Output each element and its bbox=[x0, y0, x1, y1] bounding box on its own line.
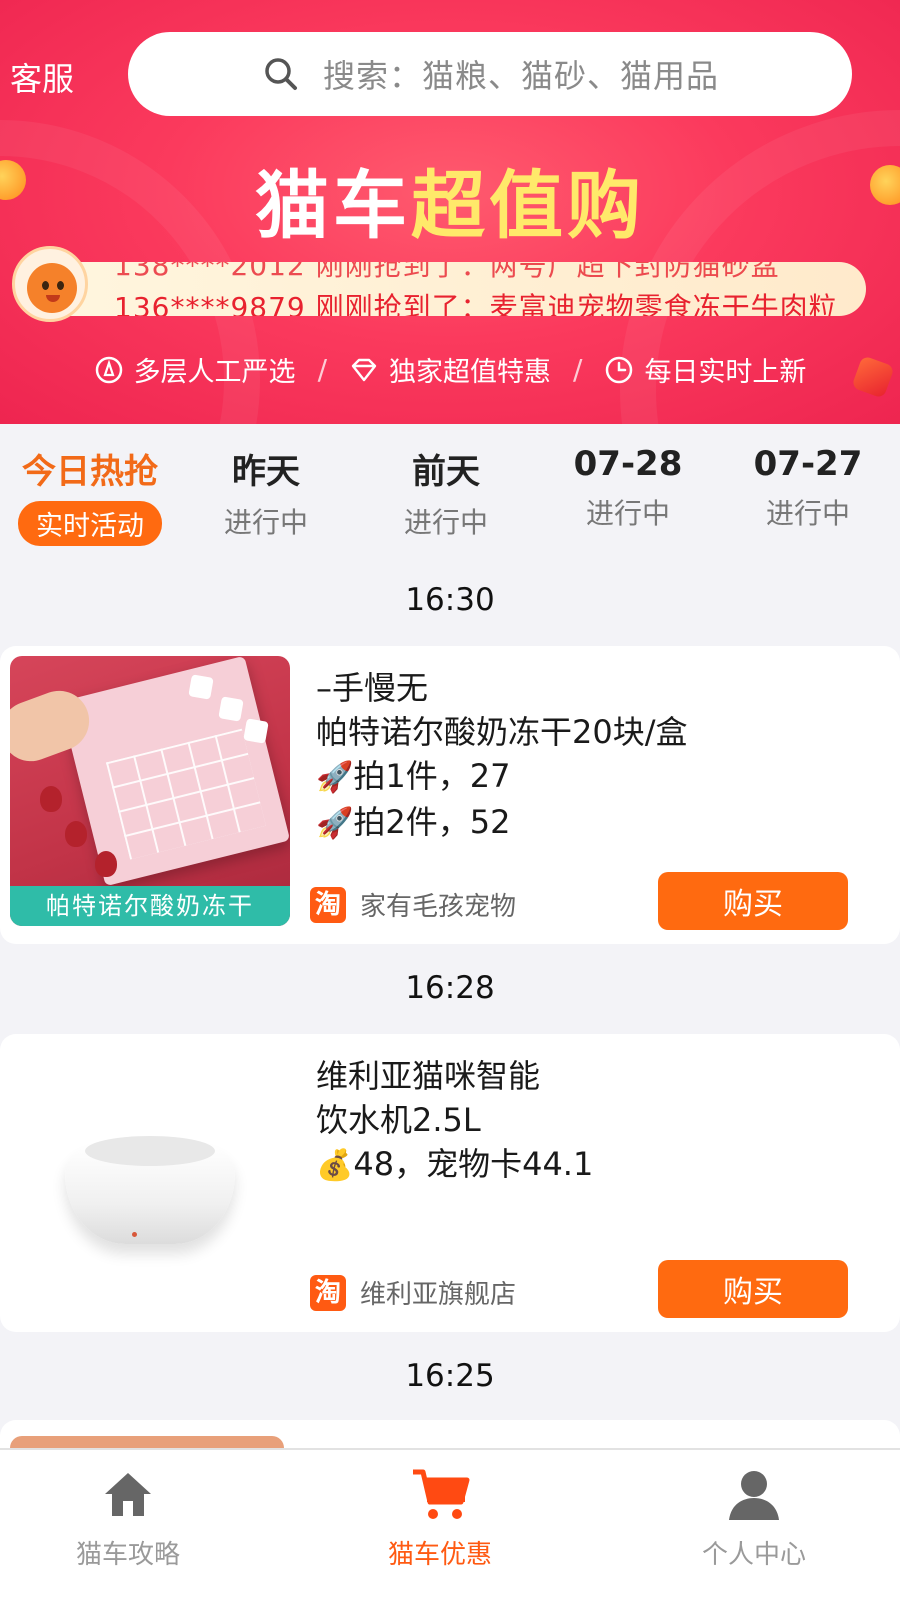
tab-title: 07-27 bbox=[753, 444, 863, 484]
tab-yesterday[interactable]: 昨天 进行中 bbox=[176, 444, 356, 541]
product-image[interactable] bbox=[10, 1044, 290, 1314]
time-label: 16:25 bbox=[405, 1358, 495, 1394]
tab-status: 进行中 bbox=[403, 506, 488, 539]
hero-banner: 客服 搜索：猫粮、猫砂、猫用品 猫车超值购 138****2012 刚刚抢到了：… bbox=[0, 0, 900, 424]
user-icon bbox=[729, 1471, 779, 1520]
tab-status: 进行中 bbox=[765, 497, 850, 530]
product-title: 维利亚猫咪智能 bbox=[316, 1057, 541, 1095]
price-line: 🚀拍1件，27 bbox=[316, 757, 511, 795]
page-title: 猫车超值购 bbox=[0, 146, 900, 253]
nav-profile[interactable]: 个人中心 bbox=[604, 1464, 900, 1571]
shop-name: 维利亚旗舰店 bbox=[360, 1280, 517, 1310]
title-part-yellow: 超值购 bbox=[411, 163, 645, 249]
badge-label: 每日实时上新 bbox=[644, 357, 807, 388]
product-card[interactable]: 维利亚猫咪智能 饮水机2.5L 💰48，宠物卡44.1 淘 维利亚旗舰店 购买 bbox=[0, 1034, 900, 1332]
ticker-previous: 138****2012 刚刚抢到了：两号广超下封防猫砂盆 bbox=[114, 262, 780, 282]
ticker-current: 136****9879 刚刚抢到了：麦富迪宠物零食冻干牛肉粒 bbox=[114, 291, 838, 316]
divider: / bbox=[317, 353, 327, 386]
taobao-icon: 淘 bbox=[310, 1274, 346, 1311]
taobao-icon: 淘 bbox=[310, 886, 346, 923]
product-note: –手慢无 bbox=[316, 669, 429, 707]
shop-info[interactable]: 淘 家有毛孩宠物 bbox=[310, 886, 516, 923]
time-label: 16:30 bbox=[405, 582, 495, 618]
product-card[interactable]: 帕特诺尔酸奶冻干 –手慢无 帕特诺尔酸奶冻干20块/盒 🚀拍1件，27 🚀拍2件… bbox=[0, 646, 900, 944]
clock-icon bbox=[606, 356, 633, 383]
badge-daily: 每日实时上新 bbox=[604, 350, 806, 389]
product-info: –手慢无 帕特诺尔酸奶冻干20块/盒 🚀拍1件，27 🚀拍2件，52 bbox=[316, 666, 876, 846]
nav-label: 猫车攻略 bbox=[75, 1540, 180, 1570]
tab-day-before[interactable]: 前天 进行中 bbox=[356, 444, 536, 541]
divider: / bbox=[573, 353, 583, 386]
rocket-icon: 🚀 bbox=[316, 806, 354, 841]
product-info: 维利亚猫咪智能 饮水机2.5L 💰48，宠物卡44.1 bbox=[316, 1054, 876, 1188]
rocket-icon: 🚀 bbox=[316, 760, 354, 795]
nav-label: 个人中心 bbox=[701, 1540, 806, 1570]
tab-title: 今日热抢 bbox=[22, 452, 158, 492]
tab-0728[interactable]: 07-28 进行中 bbox=[538, 444, 718, 532]
mascot-avatar bbox=[12, 246, 88, 322]
shop-info[interactable]: 淘 维利亚旗舰店 bbox=[310, 1274, 516, 1311]
purchase-ticker: 138****2012 刚刚抢到了：两号广超下封防猫砂盆 136****9879… bbox=[14, 262, 866, 316]
nav-label: 猫车优惠 bbox=[387, 1540, 492, 1570]
badge-label: 独家超值特惠 bbox=[389, 357, 551, 388]
nav-deals[interactable]: 猫车优惠 bbox=[290, 1464, 590, 1571]
tab-status: 进行中 bbox=[223, 506, 308, 539]
title-part-white: 猫车 bbox=[255, 163, 411, 249]
bottom-nav: 猫车攻略 猫车优惠 个人中心 bbox=[0, 1448, 900, 1600]
nav-guide[interactable]: 猫车攻略 bbox=[0, 1464, 278, 1571]
tab-status: 进行中 bbox=[585, 497, 670, 530]
shop-name: 家有毛孩宠物 bbox=[360, 892, 517, 922]
badge-selection: 多层人工严选 bbox=[94, 350, 296, 389]
buy-button[interactable]: 购买 bbox=[658, 872, 848, 930]
search-icon bbox=[261, 54, 301, 94]
product-image[interactable]: 帕特诺尔酸奶冻干 bbox=[10, 656, 290, 926]
price-line: 💰48，宠物卡44.1 bbox=[316, 1145, 594, 1183]
money-bag-icon: 💰 bbox=[316, 1148, 354, 1183]
diamond-icon bbox=[351, 358, 377, 381]
home-icon bbox=[105, 1473, 151, 1516]
tab-0727[interactable]: 07-27 进行中 bbox=[718, 444, 898, 532]
image-caption: 帕特诺尔酸奶冻干 bbox=[10, 886, 290, 926]
tab-title: 前天 bbox=[412, 452, 480, 492]
search-bar[interactable]: 搜索：猫粮、猫砂、猫用品 bbox=[128, 32, 852, 116]
cart-icon bbox=[413, 1469, 470, 1519]
time-label: 16:28 bbox=[405, 970, 495, 1006]
badge-exclusive: 独家超值特惠 bbox=[349, 350, 551, 389]
tab-today[interactable]: 今日热抢 实时活动 bbox=[0, 444, 180, 546]
feature-badges: 多层人工严选 / 独家超值特惠 / 每日实时上新 bbox=[0, 350, 900, 389]
product-title: 帕特诺尔酸奶冻干20块/盒 bbox=[316, 713, 688, 751]
tab-status-pill: 实时活动 bbox=[18, 501, 162, 546]
search-placeholder: 搜索：猫粮、猫砂、猫用品 bbox=[322, 57, 719, 95]
tab-title: 昨天 bbox=[232, 452, 300, 492]
date-tabs: 今日热抢 实时活动 昨天 进行中 前天 进行中 07-28 进行中 07-27 … bbox=[0, 424, 900, 559]
product-title: 饮水机2.5L bbox=[316, 1101, 481, 1139]
badge-label: 多层人工严选 bbox=[133, 357, 296, 388]
buy-button[interactable]: 购买 bbox=[658, 1260, 848, 1318]
price-line: 🚀拍2件，52 bbox=[316, 803, 511, 841]
rocket-outline-icon bbox=[95, 356, 122, 383]
tab-title: 07-28 bbox=[573, 444, 683, 484]
customer-service-link[interactable]: 客服 bbox=[10, 54, 74, 100]
